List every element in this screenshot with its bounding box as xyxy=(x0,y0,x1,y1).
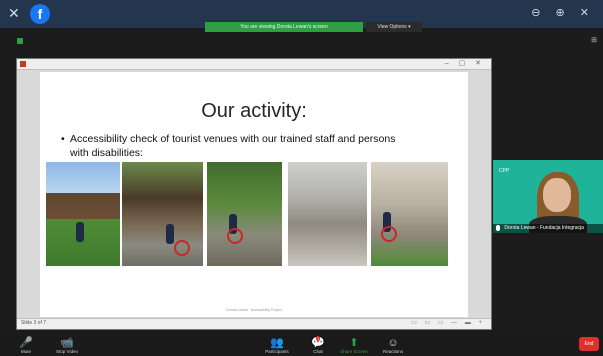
meeting-toolbar: 🎤 Mute 📹 Stop Video 👥 Participants 1 💬 C… xyxy=(0,330,603,356)
ppt-titlebar: – ▢ ✕ xyxy=(17,59,491,70)
photo-wheelchair-user-wooden-house xyxy=(122,162,203,266)
participant-video-tile[interactable]: CPP Dorota Lewan - Fundacja Integracja xyxy=(493,160,603,233)
share-screen-icon: ⬆ xyxy=(349,337,359,349)
security-shield-icon[interactable] xyxy=(17,38,23,44)
close-icon[interactable]: ✕ xyxy=(8,5,20,22)
reactions-icon: ☺ xyxy=(387,337,399,349)
person-figure xyxy=(76,222,84,242)
photo-wheelchair-ramp-building xyxy=(371,162,448,266)
photo-wooden-church xyxy=(46,162,120,266)
mic-icon xyxy=(496,224,500,231)
share-screen-button[interactable]: ⬆ Share Screen xyxy=(336,337,372,354)
chat-button[interactable]: 1 💬 Chat xyxy=(306,336,330,354)
photo-wheelchair-garden-path xyxy=(207,162,282,266)
photo-ramp-stairs xyxy=(288,162,367,266)
window-controls[interactable]: – ▢ ✕ xyxy=(445,59,485,67)
stop-video-button[interactable]: 📹 Stop Video xyxy=(52,337,82,354)
video-camera-icon: 📹 xyxy=(60,337,74,349)
mute-button[interactable]: 🎤 Mute xyxy=(14,337,38,354)
participants-icon: 👥 xyxy=(270,337,284,349)
view-options-dropdown[interactable]: View Options ▾ xyxy=(366,22,422,32)
bullet-label: Accessibility check of tourist venues wi… xyxy=(70,133,396,159)
background-logo: CPP xyxy=(499,168,510,174)
participant-name: Dorota Lewan - Fundacja Integracja xyxy=(504,225,584,231)
person-figure xyxy=(166,224,174,244)
bullet-icon: • xyxy=(61,133,65,145)
facebook-icon[interactable]: f xyxy=(30,4,50,24)
powerpoint-icon xyxy=(20,61,26,67)
participant-face xyxy=(543,178,571,212)
shared-screen-window: – ▢ ✕ Our activity: • Accessibility chec… xyxy=(16,58,492,330)
zoom-controls[interactable]: ▭ ▭ ▭ — ▬ + xyxy=(411,319,485,326)
slide-number: Slide 3 of 7 xyxy=(21,320,47,326)
grid-view-icon[interactable]: ⊞ xyxy=(591,36,597,44)
end-meeting-button[interactable]: End xyxy=(579,337,599,351)
reactions-button[interactable]: ☺ Reactions xyxy=(378,337,408,354)
screen-share-banner: You are viewing Dorota Lewan's screen xyxy=(205,22,363,32)
slide-footer: Dorota Lewan · Accessibility Project xyxy=(226,308,282,312)
window-controls[interactable]: ⊖ ⊕ ✕ xyxy=(531,6,595,19)
participant-name-tag: Dorota Lewan - Fundacja Integracja xyxy=(493,224,603,233)
wheelchair-icon xyxy=(227,228,243,244)
participants-button[interactable]: 👥 Participants xyxy=(262,337,292,354)
presentation-slide: Our activity: • Accessibility check of t… xyxy=(40,72,468,317)
microphone-icon: 🎤 xyxy=(19,337,33,349)
ppt-statusbar: Slide 3 of 7 ▭ ▭ ▭ — ▬ + xyxy=(17,318,491,329)
slide-title: Our activity: xyxy=(201,100,307,122)
slide-bullet-text: • Accessibility check of tourist venues … xyxy=(61,132,410,160)
wheelchair-icon xyxy=(174,240,190,256)
wheelchair-icon xyxy=(381,226,397,242)
